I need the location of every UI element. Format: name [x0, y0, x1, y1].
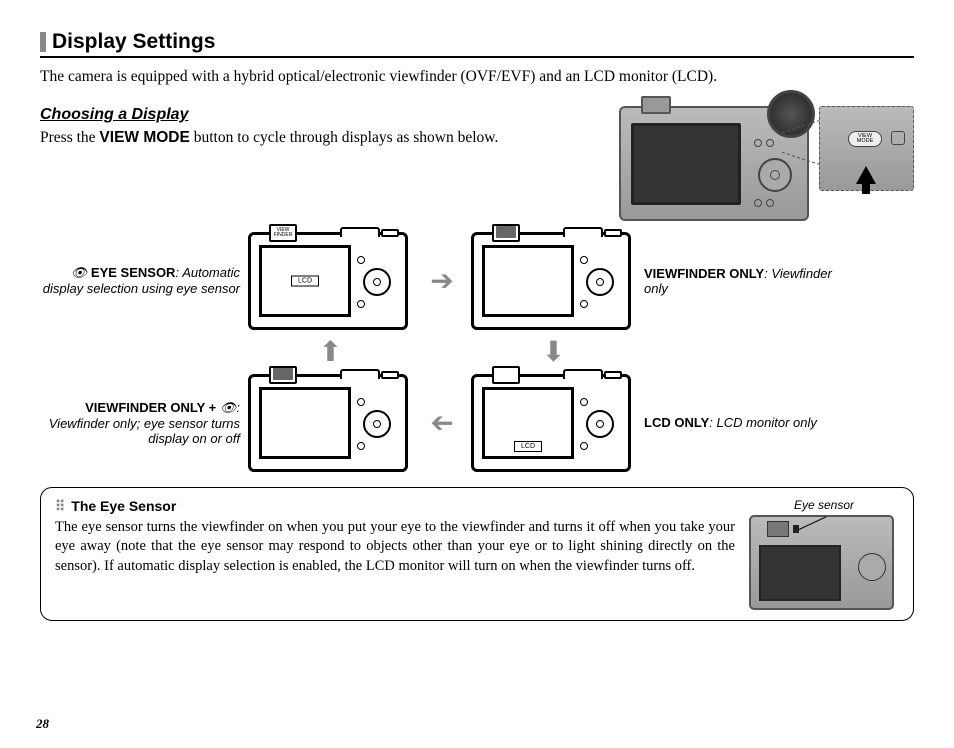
lcd-tag: LCD [514, 441, 542, 452]
page-number: 28 [36, 716, 49, 732]
section-title: Display Settings [40, 30, 914, 58]
note-title: ⠿ The Eye Sensor [55, 498, 735, 515]
arrow-right-icon: ➔ [421, 264, 463, 298]
eye-icon: 👁 [220, 400, 237, 415]
camera-rear-illustration [619, 106, 809, 221]
view-mode-button-closeup: VIEW MODE [819, 106, 914, 191]
note-text-block: ⠿ The Eye Sensor The eye sensor turns th… [55, 498, 735, 577]
camera-hero-images: VIEW MODE [572, 106, 914, 221]
arrow-left-icon: ➔ [421, 406, 463, 440]
vf-only-bold: VIEWFINDER ONLY [644, 266, 764, 281]
eye-icon: 👁 [71, 265, 88, 280]
label-lcd-only: LCD ONLY: LCD monitor only [644, 415, 844, 430]
camera-state-lcd-only: LCD [471, 374, 631, 472]
note-figure-caption: Eye sensor [749, 498, 899, 512]
note-bullet-icon: ⠿ [55, 498, 65, 515]
lcd-only-bold: LCD ONLY [644, 415, 709, 430]
label-viewfinder-only: VIEWFINDER ONLY: Viewfinder only [644, 266, 844, 296]
subheading: Choosing a Display [40, 106, 552, 124]
arrow-up-icon [856, 166, 876, 184]
camera-state-viewfinder-plus: VIEW FINDER [248, 374, 408, 472]
intro-paragraph: The camera is equipped with a hybrid opt… [40, 66, 914, 88]
note-body: The eye sensor turns the viewfinder on w… [55, 518, 735, 577]
label-viewfinder-plus: VIEWFINDER ONLY + 👁: Viewfinder only; ey… [40, 400, 240, 446]
view-mode-button-label: VIEW MODE [848, 131, 882, 147]
label-eye-sensor: 👁 EYE SENSOR: Automatic display selectio… [40, 265, 240, 296]
vf-plus-bold: VIEWFINDER ONLY + [85, 400, 220, 415]
choosing-display-text: Choosing a Display Press the VIEW MODE b… [40, 106, 552, 221]
eye-sensor-note: ⠿ The Eye Sensor The eye sensor turns th… [40, 487, 914, 621]
lcd-only-rest: : LCD monitor only [709, 415, 817, 430]
section-title-text: Display Settings [52, 30, 215, 54]
note-figure: Eye sensor [749, 498, 899, 610]
subheading-body: Press the VIEW MODE button to cycle thro… [40, 128, 552, 149]
sub-text-post: button to cycle through displays as show… [190, 129, 499, 146]
eye-sensor-camera-illustration [749, 515, 894, 610]
eye-sensor-bold: EYE SENSOR [91, 265, 176, 280]
display-cycle-diagram: 👁 EYE SENSOR: Automatic display selectio… [40, 231, 914, 473]
note-title-text: The Eye Sensor [71, 498, 176, 514]
sub-text-pre: Press the [40, 129, 99, 146]
lcd-tag: LCD [291, 275, 319, 286]
arrow-up-icon: ⬆ [319, 335, 342, 369]
camera-state-eye-sensor: VIEW FINDER LCD [248, 232, 408, 330]
view-mode-bold: VIEW MODE [99, 129, 189, 146]
camera-state-viewfinder-only: VIEW FINDER [471, 232, 631, 330]
vf-tag: VIEW FINDER [269, 224, 297, 242]
choosing-display-row: Choosing a Display Press the VIEW MODE b… [40, 106, 914, 221]
arrow-down-icon: ⬇ [542, 335, 565, 369]
